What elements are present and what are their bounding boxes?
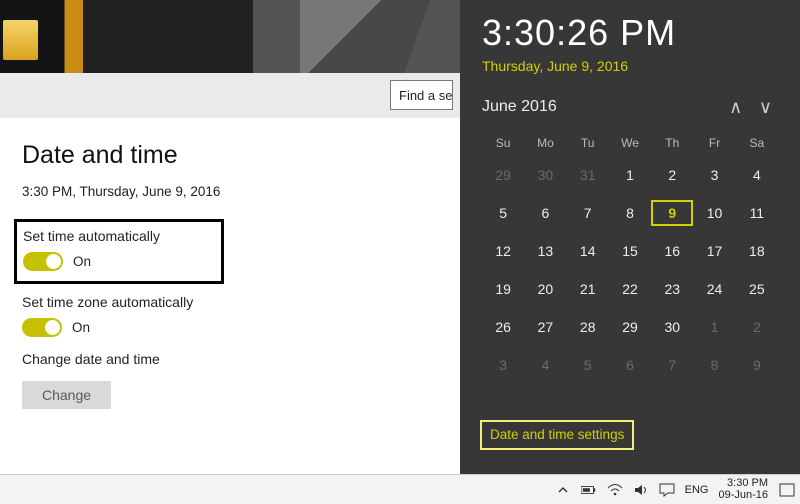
highlight-set-time-auto: Set time automatically On	[14, 219, 224, 284]
set-tz-auto-label: Set time zone automatically	[22, 294, 442, 310]
date-time-settings-link[interactable]: Date and time settings	[490, 427, 624, 442]
calendar-day[interactable]: 12	[482, 238, 524, 264]
change-button[interactable]: Change	[22, 381, 111, 409]
calendar-day[interactable]: 5	[482, 200, 524, 226]
set-time-auto-label: Set time automatically	[23, 228, 213, 244]
dow-header: Fr	[693, 136, 735, 150]
calendar-day[interactable]: 10	[693, 200, 735, 226]
calendar-day[interactable]: 26	[482, 314, 524, 340]
calendar-day[interactable]: 21	[567, 276, 609, 302]
calendar-flyout: 3:30:26 PM Thursday, June 9, 2016 June 2…	[460, 0, 800, 474]
dow-header: Tu	[567, 136, 609, 150]
dow-header: We	[609, 136, 651, 150]
action-center-icon[interactable]	[659, 482, 675, 498]
flyout-date[interactable]: Thursday, June 9, 2016	[482, 58, 778, 74]
change-datetime-label: Change date and time	[22, 351, 442, 367]
calendar-day[interactable]: 9	[736, 352, 778, 378]
settings-panel: Date and time 3:30 PM, Thursday, June 9,…	[22, 141, 442, 423]
notifications-icon[interactable]	[778, 482, 796, 498]
settings-search-input[interactable]: Find a se	[390, 80, 453, 110]
calendar-day[interactable]: 29	[609, 314, 651, 340]
tray-overflow-icon[interactable]	[555, 482, 571, 498]
set-time-auto-toggle[interactable]	[23, 252, 63, 271]
calendar-day[interactable]: 2	[736, 314, 778, 340]
page-title: Date and time	[22, 141, 442, 170]
set-tz-auto-state: On	[72, 320, 90, 335]
calendar-day[interactable]: 25	[736, 276, 778, 302]
calendar-day[interactable]: 2	[651, 162, 693, 188]
system-tray: ENG 3:30 PM 09-Jun-16	[555, 478, 796, 501]
calendar-day[interactable]: 4	[736, 162, 778, 188]
dow-header: Sa	[736, 136, 778, 150]
dow-header: Su	[482, 136, 524, 150]
desktop-photo-strip	[0, 0, 460, 73]
flyout-time: 3:30:26 PM	[482, 12, 778, 54]
calendar-day[interactable]: 30	[651, 314, 693, 340]
calendar-day-today[interactable]: 9	[651, 200, 693, 226]
calendar-day[interactable]: 6	[609, 352, 651, 378]
calendar-day[interactable]: 5	[567, 352, 609, 378]
set-time-auto-state: On	[73, 254, 91, 269]
calendar-day[interactable]: 13	[524, 238, 566, 264]
calendar-day[interactable]: 15	[609, 238, 651, 264]
input-language[interactable]: ENG	[685, 484, 709, 496]
calendar-day[interactable]: 14	[567, 238, 609, 264]
tray-time: 3:30 PM	[718, 478, 768, 490]
battery-icon[interactable]	[581, 482, 597, 498]
calendar-day[interactable]: 6	[524, 200, 566, 226]
calendar-day[interactable]: 7	[651, 352, 693, 378]
month-label[interactable]: June 2016	[482, 98, 557, 116]
calendar-day[interactable]: 17	[693, 238, 735, 264]
highlight-settings-link: Date and time settings	[480, 420, 634, 450]
calendar-day[interactable]: 7	[567, 200, 609, 226]
next-month-button[interactable]: ∨	[753, 97, 778, 117]
taskbar: ENG 3:30 PM 09-Jun-16	[0, 474, 800, 504]
calendar-day[interactable]: 16	[651, 238, 693, 264]
calendar-grid: SuMoTuWeThFrSa29303112345678910111213141…	[482, 136, 778, 378]
calendar-day[interactable]: 8	[609, 200, 651, 226]
prev-month-button[interactable]: ∧	[723, 97, 748, 117]
calendar-day[interactable]: 31	[567, 162, 609, 188]
calendar-day[interactable]: 3	[482, 352, 524, 378]
calendar-day[interactable]: 23	[651, 276, 693, 302]
calendar-day[interactable]: 19	[482, 276, 524, 302]
calendar-day[interactable]: 3	[693, 162, 735, 188]
dow-header: Mo	[524, 136, 566, 150]
calendar-day[interactable]: 22	[609, 276, 651, 302]
tray-date: 09-Jun-16	[718, 490, 768, 502]
calendar-day[interactable]: 1	[693, 314, 735, 340]
wifi-icon[interactable]	[607, 482, 623, 498]
calendar-day[interactable]: 24	[693, 276, 735, 302]
calendar-day[interactable]: 30	[524, 162, 566, 188]
set-tz-auto-toggle[interactable]	[22, 318, 62, 337]
calendar-day[interactable]: 20	[524, 276, 566, 302]
volume-icon[interactable]	[633, 482, 649, 498]
tray-clock[interactable]: 3:30 PM 09-Jun-16	[718, 478, 768, 501]
calendar-day[interactable]: 29	[482, 162, 524, 188]
current-datetime-text: 3:30 PM, Thursday, June 9, 2016	[22, 184, 442, 199]
dow-header: Th	[651, 136, 693, 150]
calendar-day[interactable]: 11	[736, 200, 778, 226]
calendar-day[interactable]: 27	[524, 314, 566, 340]
calendar-day[interactable]: 28	[567, 314, 609, 340]
calendar-day[interactable]: 4	[524, 352, 566, 378]
settings-toolbar: Find a se	[0, 73, 460, 118]
calendar-day[interactable]: 1	[609, 162, 651, 188]
calendar-day[interactable]: 18	[736, 238, 778, 264]
calendar-day[interactable]: 8	[693, 352, 735, 378]
